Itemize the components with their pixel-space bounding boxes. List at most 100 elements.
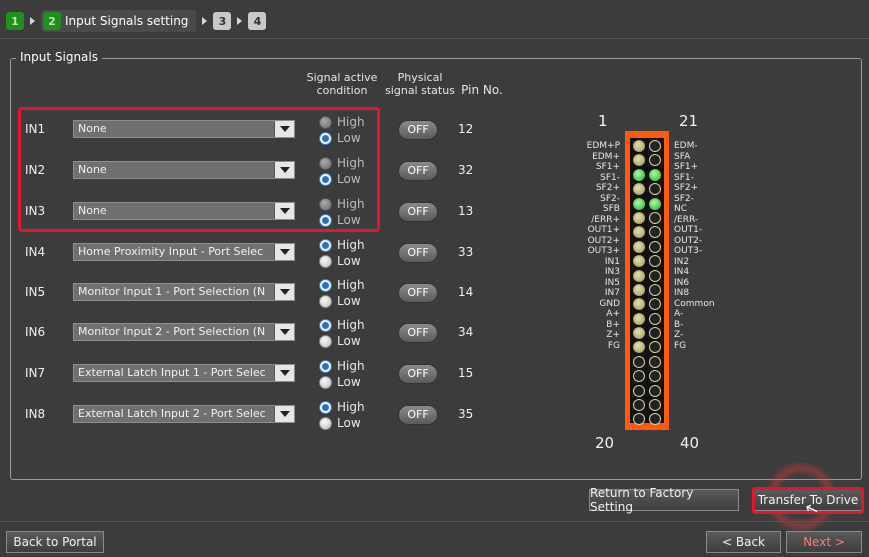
connector-pin-left-19 [633, 399, 645, 412]
connector-pin-right-14 [649, 327, 661, 340]
radio-low-icon [319, 254, 332, 268]
connector-pin-left-3 [633, 168, 645, 181]
connector-pin-right-15 [649, 341, 661, 354]
connector-pin-left-20 [633, 413, 645, 426]
physical-status-indicator: OFF [398, 323, 438, 343]
connector-pin-left-6 [633, 211, 645, 224]
row-label: IN8 [25, 407, 46, 421]
physical-status-indicator: OFF [398, 202, 438, 222]
connector-diagram [625, 131, 669, 430]
connector-pin-left-11 [633, 283, 645, 296]
radio-high-icon [319, 278, 332, 292]
active-condition-radios: High Low [319, 236, 379, 268]
connector-pin-right-3 [649, 168, 661, 181]
physical-status-indicator: OFF [398, 405, 438, 425]
radio-high-label: High [337, 278, 365, 292]
bottom-divider [0, 521, 869, 522]
dropdown-arrow-icon[interactable] [274, 244, 294, 260]
active-condition-radios: High Low [319, 276, 379, 308]
radio-high-label: High [337, 359, 365, 373]
connector-label-right: SF1+ [674, 162, 699, 172]
radio-low-icon [319, 334, 332, 348]
row-label: IN5 [25, 285, 46, 299]
step-4[interactable]: 4 [248, 12, 267, 30]
top-divider [0, 38, 869, 39]
pin-number: 32 [458, 163, 474, 177]
radio-low[interactable]: Low [319, 334, 379, 348]
radio-low[interactable]: Low [319, 416, 379, 430]
signal-select[interactable]: External Latch Input 1 - Port Selec [73, 364, 295, 382]
back-button[interactable]: < Back [706, 531, 781, 553]
radio-high[interactable]: High [319, 359, 379, 373]
return-factory-setting-button[interactable]: Return to Factory Setting [589, 486, 739, 514]
step-arrow-icon [237, 17, 243, 25]
connector-left-labels: EDM+P EDM+ SF1+ SF1- SF2+ SF2- SFB/ERR+ OUT1+ OU… [560, 141, 620, 351]
signal-row-in5: IN5 Monitor Input 1 - Port Selection (N … [25, 276, 495, 310]
dropdown-arrow-icon[interactable] [274, 284, 294, 300]
connector-label-right: IN2 [674, 256, 690, 267]
radio-high[interactable]: High [319, 318, 379, 332]
col-header-pin: Pin No. [461, 83, 503, 97]
radio-low-icon [319, 375, 332, 389]
connector-pin-right-17 [649, 370, 661, 383]
connector-pin-1-label: 1 [598, 112, 608, 130]
row-label: IN4 [25, 245, 46, 259]
signal-select[interactable]: Home Proximity Input - Port Selec [73, 243, 295, 261]
connector-label-left: OUT2+ [587, 235, 620, 246]
radio-high[interactable]: High [319, 238, 379, 252]
signal-select[interactable]: Monitor Input 2 - Port Selection (N [73, 323, 295, 341]
pin-number: 13 [458, 204, 474, 218]
pin-number: 15 [458, 366, 474, 380]
step-3[interactable]: 3 [213, 12, 232, 30]
dropdown-arrow-icon[interactable] [274, 365, 294, 381]
pin-number: 35 [458, 407, 474, 421]
connector-pin-right-1 [649, 140, 661, 152]
connector-pin-20-label: 20 [595, 434, 615, 452]
physical-status-indicator: OFF [398, 283, 438, 303]
active-condition-radios: High Low [319, 398, 379, 430]
connector-label-left: OUT1+ [587, 225, 620, 235]
step-2-label: Input Signals setting [65, 14, 189, 28]
connector-label-right: B- [674, 319, 684, 330]
row-label: IN7 [25, 366, 46, 380]
connector-label-right: Common [674, 298, 715, 309]
connector-label-left: OUT3+ [587, 246, 620, 256]
radio-low-label: Low [337, 416, 361, 430]
wizard-steps: 1 2 Input Signals setting 3 4 [6, 8, 267, 34]
signal-select[interactable]: Monitor Input 1 - Port Selection (N [73, 283, 295, 301]
active-condition-radios: High Low [319, 357, 379, 389]
connector-label-right: FG [674, 340, 687, 351]
connector-pin-right-11 [649, 283, 661, 296]
signal-select[interactable]: External Latch Input 2 - Port Selec [73, 405, 295, 423]
col-header-signal-active-line2: condition [316, 84, 368, 97]
radio-low-label: Low [337, 254, 361, 268]
group-title: Input Signals [16, 50, 102, 64]
radio-high-icon [319, 318, 332, 332]
signal-select-value: Home Proximity Input - Port Selec [78, 245, 264, 258]
next-button[interactable]: Next > [786, 531, 862, 553]
signal-select-value: External Latch Input 1 - Port Selec [78, 366, 266, 379]
dropdown-arrow-icon[interactable] [274, 406, 294, 422]
step-2-active[interactable]: 2 Input Signals setting [41, 10, 197, 32]
connector-pin-right-6 [649, 211, 661, 224]
radio-high-icon [319, 359, 332, 373]
connector-pin-right-12 [649, 298, 661, 311]
connector-label-left: SF2- [600, 193, 620, 204]
back-to-portal-button[interactable]: Back to Portal [6, 531, 104, 553]
step-1[interactable]: 1 [6, 12, 24, 30]
physical-status-indicator: OFF [398, 161, 438, 181]
radio-high[interactable]: High [319, 278, 379, 292]
connector-right-labels: EDM- SFA SF1+ SF1- SF2+ SF2- NC/ERR- OUT1- OUT2-… [674, 141, 715, 351]
connector-pin-21-label: 21 [679, 112, 699, 130]
dropdown-arrow-icon[interactable] [274, 324, 294, 340]
connector-label-left: IN5 [604, 277, 620, 288]
connector-pin-left-9 [633, 255, 645, 268]
radio-low[interactable]: Low [319, 294, 379, 308]
radio-high-icon [319, 238, 332, 252]
connector-label-left: EDM+P [586, 141, 620, 151]
connector-pin-left-17 [633, 370, 645, 383]
radio-low[interactable]: Low [319, 254, 379, 268]
radio-high[interactable]: High [319, 400, 379, 414]
col-header-physical: Physical signal status [380, 71, 460, 97]
radio-low[interactable]: Low [319, 375, 379, 389]
